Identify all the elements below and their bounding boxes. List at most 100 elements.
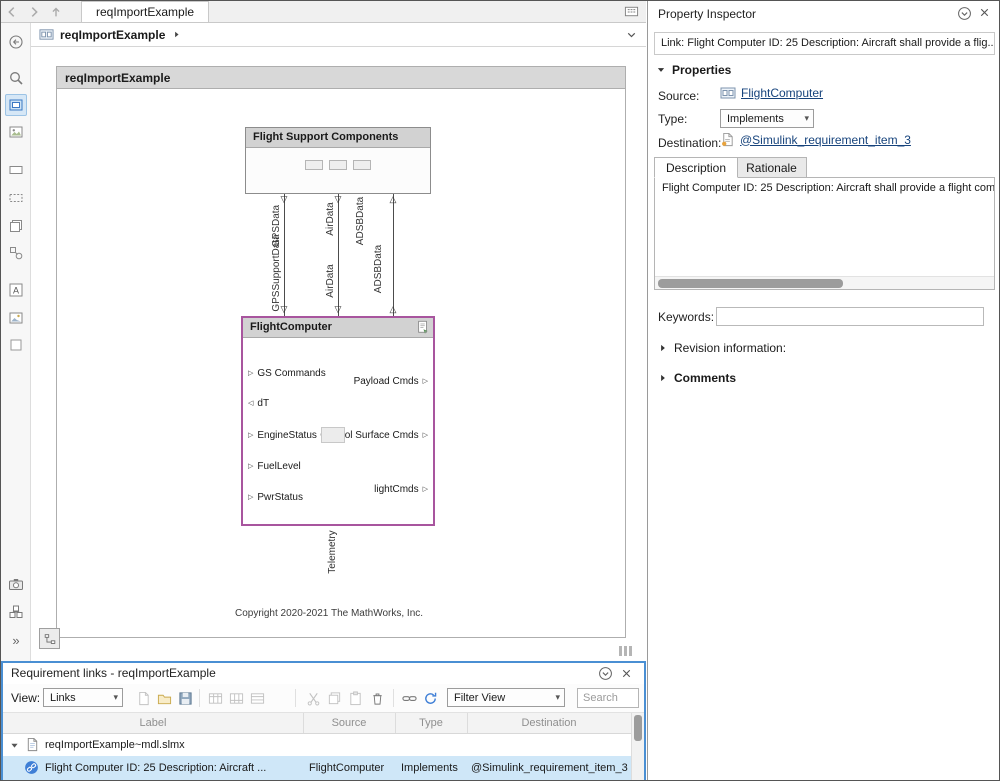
port-gs-commands[interactable]: ▷GS Commands [248,367,326,379]
signal-label[interactable]: ADSBData [355,195,367,247]
close-icon[interactable] [978,6,994,22]
column-source[interactable]: Source [303,713,395,734]
port-enginestatus[interactable]: ▷EngineStatus [248,429,317,441]
panel-layout-icon[interactable] [620,1,642,22]
forward-icon[interactable] [23,1,45,22]
link-row-source: FlightComputer [309,756,393,780]
copyright-annotation: Copyright 2020-2021 The MathWorks, Inc. [179,608,479,619]
editor-tab-bar: reqImportExample [1,1,646,23]
link-row-type: Implements [401,756,465,780]
empty-box-icon[interactable] [5,334,27,356]
table-row-link[interactable]: Flight Computer ID: 25 Description: Airc… [3,756,631,780]
links-panel-title: Requirement links - reqImportExample [11,666,216,680]
signal-line-gps[interactable] [284,194,285,316]
port-pwrstatus[interactable]: ▷PwrStatus [248,491,303,503]
refresh-links-icon[interactable] [420,688,440,708]
model-tab-label: reqImportExample [96,5,194,19]
flight-computer-block[interactable]: FlightComputer ▷GS Commands ◁dT ▷EngineS… [241,316,435,526]
port-lightcmds[interactable]: lightCmds▷ [374,483,428,495]
image-tool-icon[interactable] [5,121,27,143]
destination-requirement-icon [720,132,735,147]
close-icon[interactable] [620,667,636,683]
expander-icon[interactable] [9,740,20,751]
type-select[interactable]: Implements▾ [720,109,814,128]
table-scrollbar[interactable] [631,713,644,780]
cut-icon[interactable] [303,688,323,708]
description-scrollbar[interactable] [655,276,994,289]
signal-label[interactable]: ADSBData [373,243,385,295]
column-label[interactable]: Label [3,713,303,734]
insert-row-below-icon[interactable] [226,688,246,708]
image-annotation-icon[interactable] [5,307,27,329]
port-fuellevel[interactable]: ▷FuelLevel [248,460,301,472]
model-canvas[interactable]: reqImportExample Flight Support Componen… [31,47,646,661]
model-browser-icon[interactable] [5,31,27,53]
port-payload-cmds[interactable]: Payload Cmds▷ [354,375,428,387]
column-type[interactable]: Type [395,713,467,734]
description-box[interactable]: Flight Computer ID: 25 Description: Airc… [654,177,995,290]
box-area-icon[interactable] [5,159,27,181]
column-destination[interactable]: Destination [467,713,631,734]
links-panel-header: Requirement links - reqImportExample [3,663,644,684]
requirement-badge-icon[interactable] [416,320,430,334]
type-value: Implements▾ [720,109,814,128]
filter-view-select[interactable]: Filter View▾ [447,688,565,707]
copy-view-icon[interactable] [5,215,27,237]
dashed-box-icon[interactable] [5,187,27,209]
zoom-icon[interactable] [5,67,27,89]
save-icon[interactable] [175,688,195,708]
signal-label[interactable]: AirData [325,260,337,302]
keywords-input[interactable] [716,307,984,326]
new-file-icon[interactable] [133,688,153,708]
properties-section-header[interactable]: Properties [656,63,731,77]
signal-line-airdata[interactable] [338,194,339,316]
breadcrumb-dropdown-icon[interactable] [625,28,638,41]
chevron-down-icon: ▾ [555,692,560,703]
copy-icon[interactable] [324,688,344,708]
panel-menu-icon[interactable] [957,6,973,22]
signal-label[interactable]: Telemetry [327,526,339,578]
model-tab[interactable]: reqImportExample [81,1,209,22]
revision-section-header[interactable]: Revision information: [658,341,786,355]
links-table-header: Label Source Type Destination [3,713,631,734]
model-browser-toggle[interactable] [39,628,60,649]
table-row-group[interactable]: reqImportExample~mdl.slmx [3,734,631,756]
tab-rationale[interactable]: Rationale [737,157,807,178]
expand-palette-icon[interactable]: » [5,629,27,651]
link-icon[interactable] [399,688,419,708]
signal-line-adsb[interactable] [393,194,394,316]
annotation-icon[interactable]: A [5,279,27,301]
camera-icon[interactable] [5,573,27,595]
breadcrumb-model[interactable]: reqImportExample [60,28,165,42]
screenshot-tool-icon[interactable] [5,94,27,116]
delete-icon[interactable] [367,688,387,708]
inner-placeholder [321,427,345,443]
source-link[interactable]: FlightComputer [741,86,823,100]
comments-section-header[interactable]: Comments [658,371,736,385]
resize-grip[interactable] [619,646,632,656]
paste-icon[interactable] [345,688,365,708]
back-icon[interactable] [1,1,23,22]
signal-label[interactable]: GPSSupportData [271,232,283,314]
model-icon [39,27,54,42]
flight-support-components-block[interactable]: Flight Support Components [245,127,431,194]
model-frame-title: reqImportExample [57,67,625,89]
insert-row-above-icon[interactable] [205,688,225,708]
subsystem-icon[interactable] [5,601,27,623]
port-dt[interactable]: ◁dT [248,397,269,409]
open-folder-icon[interactable] [154,688,174,708]
search-input[interactable] [577,688,639,708]
destination-link[interactable]: @Simulink_requirement_item_3 [740,133,911,147]
up-to-parent-icon[interactable] [45,1,67,22]
document-icon [25,737,40,752]
signal-label[interactable]: AirData [325,198,337,240]
requirement-links-panel: Requirement links - reqImportExample Vie… [1,661,646,781]
expand-icon [658,343,668,353]
tab-description[interactable]: Description [654,157,738,178]
destination-value: @Simulink_requirement_item_3 [720,132,911,147]
shapes-tool-icon[interactable] [5,242,27,264]
breadcrumb-arrow-icon [171,29,182,40]
view-select[interactable]: Links▾ [43,688,123,707]
promote-row-icon[interactable] [247,688,267,708]
panel-menu-icon[interactable] [598,666,614,682]
